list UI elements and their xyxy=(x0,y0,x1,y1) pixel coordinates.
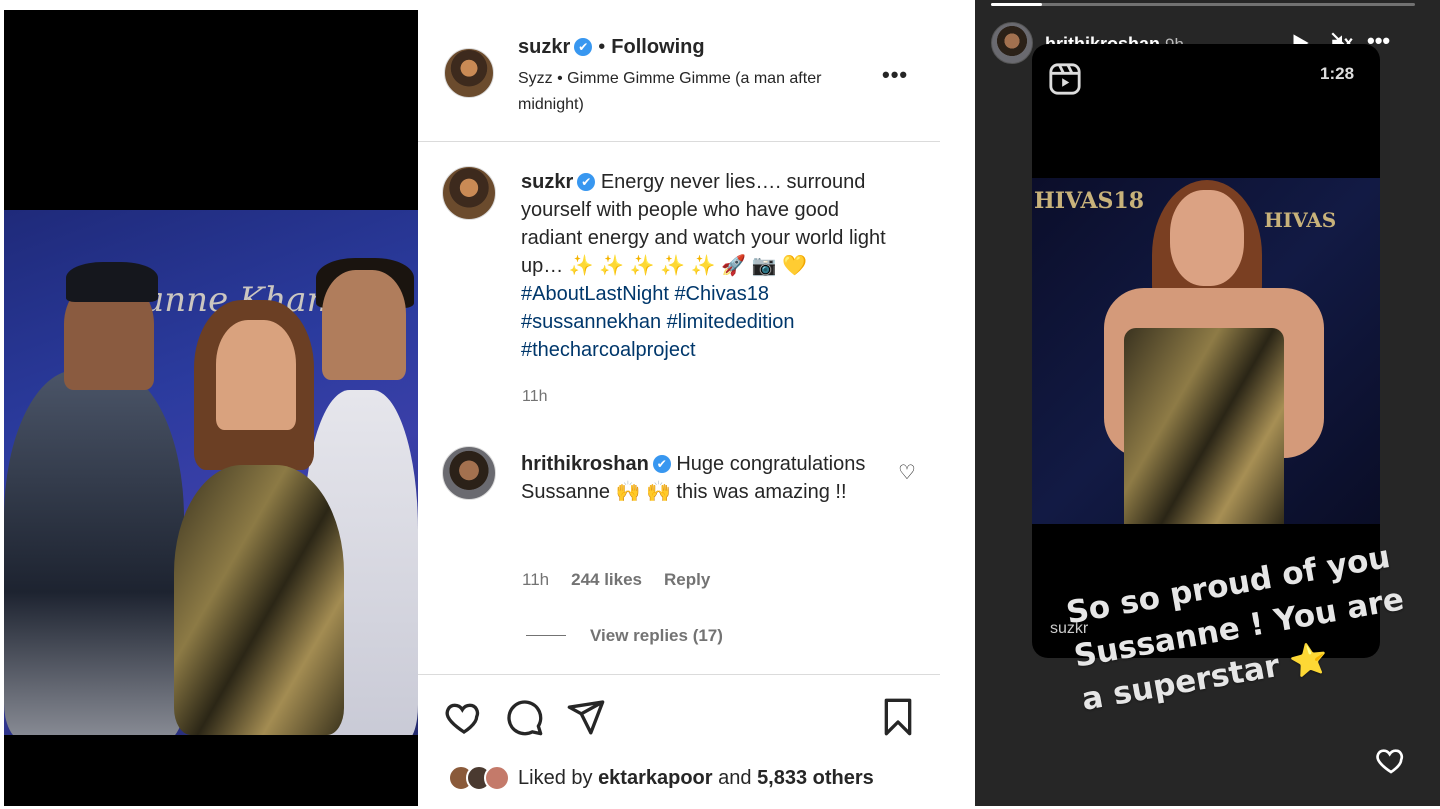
reels-icon xyxy=(1049,63,1081,95)
photo-person-left-body xyxy=(4,370,184,735)
liked-by-prefix: Liked by xyxy=(518,766,593,789)
view-replies-line xyxy=(526,635,566,636)
liked-by-others[interactable]: 5,833 others xyxy=(757,767,874,789)
reel-person-dress xyxy=(1124,328,1284,524)
caption-body: Energy never lies…. surround yourself wi… xyxy=(521,171,886,277)
post-photo[interactable]: anne Khan xyxy=(4,210,418,735)
caption-timestamp: 11h xyxy=(522,388,548,405)
view-replies-button[interactable]: View replies (17) xyxy=(526,626,723,646)
liked-by-user[interactable]: ektarkapoor xyxy=(598,767,713,789)
comment-text-block: hrithikroshan ✔ Huge congratulations Suss… xyxy=(521,450,891,506)
story-avatar[interactable] xyxy=(991,22,1033,64)
comment-like-heart-icon[interactable]: ♡ xyxy=(898,460,916,485)
reel-duration: 1:28 xyxy=(1320,64,1355,83)
reel-thumbnail: HIVAS18 HIVAS xyxy=(1032,178,1380,524)
story-progress-bar xyxy=(991,3,1415,6)
comment-meta: 11h 244 likes Reply xyxy=(522,570,732,590)
verified-icon: ✔ xyxy=(652,455,671,473)
liker-avatar[interactable] xyxy=(484,765,510,791)
action-bar: Liked by ektarkapoor and 5,833 others xyxy=(418,674,940,806)
caption-username[interactable]: suzkr xyxy=(521,171,573,193)
comment-avatar[interactable] xyxy=(442,446,496,500)
audio-link[interactable]: Syzz • Gimme Gimme Gimme (a man after mi… xyxy=(518,66,848,118)
post-header: suzkr ✔ • Following Syzz • Gimme Gimme Gimm… xyxy=(418,10,940,142)
story-progress-fill xyxy=(991,3,1042,6)
page: anne Khan suzkr ✔ • Following Syzz • Gimme … xyxy=(0,0,1440,809)
photo-person-center-dress xyxy=(174,465,344,735)
bookmark-icon[interactable] xyxy=(878,697,918,737)
photo-person-center-face xyxy=(216,320,296,430)
photo-person-left-cap xyxy=(66,262,158,302)
verified-icon: ✔ xyxy=(577,173,596,191)
following-button[interactable]: Following xyxy=(611,36,704,58)
caption-text-block: suzkr ✔ Energy never lies…. surround your… xyxy=(521,168,901,364)
brand-logo-text-right: HIVAS xyxy=(1264,208,1337,232)
liked-by-and: and xyxy=(718,766,752,789)
liked-by-row: Liked by ektarkapoor and 5,833 others xyxy=(448,765,874,791)
verified-icon: ✔ xyxy=(574,38,593,56)
caption-hashtags[interactable]: #AboutLastNight #Chivas18 #sussannekhan … xyxy=(521,283,795,361)
story-like-heart-icon[interactable] xyxy=(1375,744,1407,776)
comment-likes-count[interactable]: 244 likes xyxy=(571,570,642,589)
photo-person-right-head xyxy=(322,270,406,380)
view-replies-label: View replies (17) xyxy=(590,626,723,645)
brand-logo-text-left: HIVAS18 xyxy=(1034,188,1145,214)
comment-username[interactable]: hrithikroshan xyxy=(521,453,649,475)
story-panel: hrithikroshan 9h ••• 1:28 HIVAS18 HIVAS xyxy=(975,0,1440,806)
more-options-icon[interactable]: ••• xyxy=(882,62,908,88)
reel-person-face xyxy=(1170,190,1244,286)
header-user-line: suzkr ✔ • Following xyxy=(518,36,705,59)
post-details-panel: suzkr ✔ • Following Syzz • Gimme Gimme Gimm… xyxy=(418,10,940,806)
liked-by-text: Liked by ektarkapoor and 5,833 others xyxy=(518,767,874,790)
comment-timestamp: 11h xyxy=(522,570,550,589)
heart-icon[interactable] xyxy=(444,697,484,737)
comment-icon[interactable] xyxy=(504,697,544,737)
header-username[interactable]: suzkr xyxy=(518,36,570,58)
separator-dot: • xyxy=(598,36,606,58)
reply-button[interactable]: Reply xyxy=(664,570,710,589)
avatar[interactable] xyxy=(444,48,494,98)
share-icon[interactable] xyxy=(566,697,606,737)
post-photo-panel: anne Khan xyxy=(4,10,418,806)
caption-avatar[interactable] xyxy=(442,166,496,220)
